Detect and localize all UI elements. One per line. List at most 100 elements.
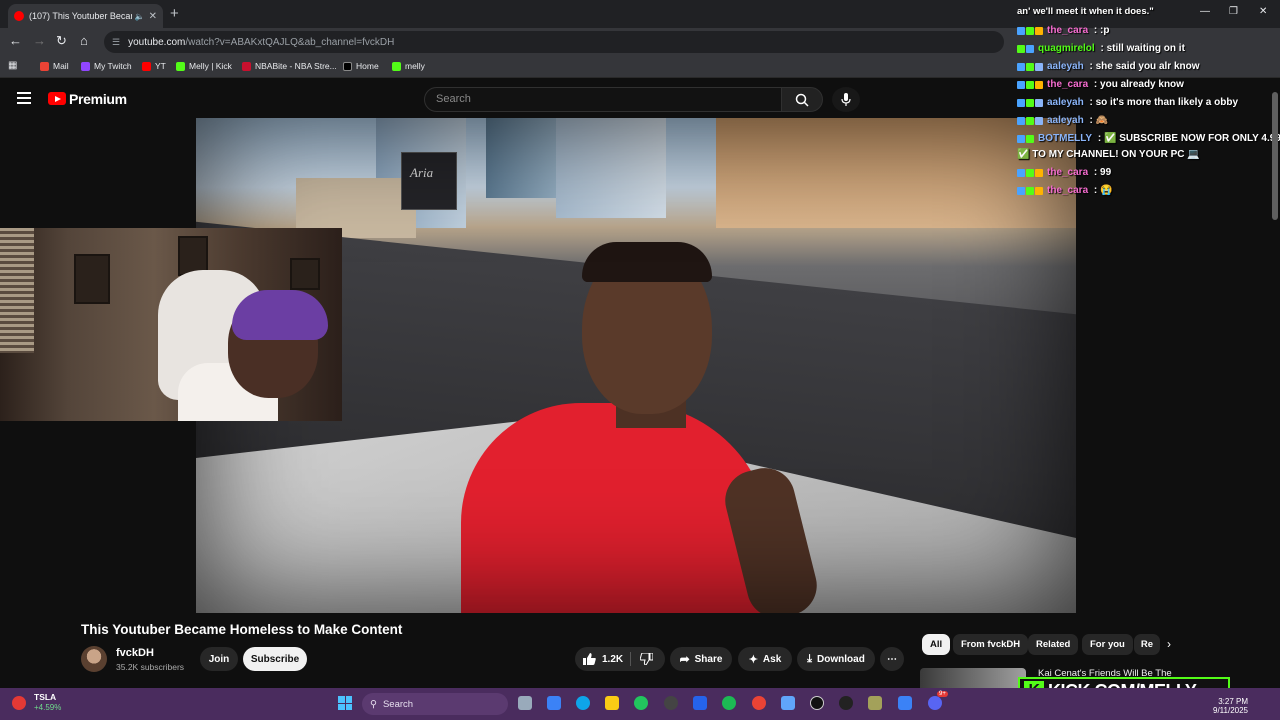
obs-icon[interactable] — [839, 696, 853, 710]
store-icon[interactable] — [693, 696, 707, 710]
chip-from-channel[interactable]: From fvckDH — [953, 634, 1029, 655]
chip-for-you[interactable]: For you — [1082, 634, 1133, 655]
reload-icon[interactable]: ↻ — [56, 33, 67, 49]
taskbar-search[interactable]: ⚲ Search — [362, 693, 508, 715]
apps-grid-icon[interactable]: ▦ — [8, 60, 17, 71]
chat-message: aaleyah : she said you alr know — [1017, 61, 1200, 72]
close-window-icon[interactable]: ✕ — [1259, 6, 1267, 17]
chat-badges — [1017, 80, 1043, 89]
photos-icon[interactable] — [781, 696, 795, 710]
forward-icon[interactable]: → — [33, 33, 46, 48]
bookmark-yt[interactable]: YT — [142, 61, 166, 71]
like-button[interactable]: 1.2K — [583, 653, 623, 665]
stock-widget[interactable]: TSLA +4.59% — [34, 692, 61, 712]
xbox-icon[interactable] — [634, 696, 648, 710]
file-explorer-icon[interactable] — [605, 696, 619, 710]
game-icon[interactable] — [868, 696, 882, 710]
address-bar[interactable]: ☰ youtube.com/watch?v=ABAKxtQAJLQ&ab_cha… — [104, 31, 1004, 53]
windows-start-icon[interactable] — [338, 696, 352, 710]
discord-icon[interactable] — [928, 696, 942, 710]
restore-icon[interactable]: ❐ — [1229, 6, 1238, 17]
bookmark-melly-kick[interactable]: Melly | Kick — [176, 61, 232, 71]
suggested-video-thumbnail[interactable] — [920, 668, 1026, 688]
subscribe-button[interactable]: Subscribe — [243, 647, 307, 671]
task-view-icon[interactable] — [518, 696, 532, 710]
chat-badges — [1017, 186, 1043, 195]
like-dislike-group: 1.2K — [575, 647, 665, 671]
system-clock[interactable]: 3:27 PM 9/11/2025 — [1213, 697, 1248, 715]
chat-text: you already know — [1100, 79, 1184, 90]
chat-message-continued: ✅ TO MY CHANNEL! ON YOUR PC 💻 — [1017, 149, 1200, 160]
bookmark-melly[interactable]: melly — [392, 61, 425, 71]
download-button[interactable]: ⤓ Download — [797, 647, 875, 671]
chip-related[interactable]: Related — [1028, 634, 1079, 655]
back-icon[interactable]: ← — [9, 33, 22, 48]
menu-icon[interactable] — [17, 92, 31, 104]
youtube-premium-logo[interactable]: Premium — [69, 91, 127, 107]
minimize-icon[interactable]: — — [1200, 6, 1210, 17]
kick-icon — [392, 61, 401, 71]
bookmark-home[interactable]: Home — [343, 61, 379, 71]
nba-icon — [242, 61, 251, 71]
search-input[interactable]: Search — [424, 87, 782, 112]
tesla-stock-icon[interactable] — [12, 696, 26, 710]
channel-name[interactable]: fvckDH — [116, 647, 154, 659]
search-icon — [795, 93, 809, 107]
chat-username: aaleyah — [1047, 115, 1084, 126]
copilot-icon[interactable] — [547, 696, 561, 710]
share-button[interactable]: ➦ Share — [670, 647, 732, 671]
dislike-button[interactable] — [639, 652, 654, 668]
new-tab-button[interactable]: + — [170, 5, 179, 22]
chat-message: BOTMELLY : ✅ SUBSCRIBE NOW FOR ONLY 4.99 — [1017, 133, 1280, 144]
taskbar-search-label: Search — [382, 698, 414, 710]
more-actions-button[interactable]: ⋯ — [880, 647, 904, 671]
chevron-right-icon[interactable]: › — [1167, 637, 1171, 651]
browser-tab[interactable]: (107) This Youtuber Became Homeless to M… — [8, 4, 163, 28]
close-tab-icon[interactable]: ✕ — [149, 11, 157, 22]
spotify-icon[interactable] — [722, 696, 736, 710]
app-icon[interactable] — [898, 696, 912, 710]
clock-date: 9/11/2025 — [1213, 706, 1248, 715]
chat-message: the_cara : you already know — [1017, 79, 1184, 90]
bookmark-mail[interactable]: Mail — [40, 61, 69, 71]
speaker-icon[interactable]: 🔈 — [135, 12, 145, 21]
twitch-icon — [81, 61, 90, 71]
url-host: youtube.com — [128, 36, 186, 48]
chat-text: 🙈 — [1095, 115, 1109, 126]
share-label: Share — [694, 653, 723, 665]
url-path: /watch?v=ABAKxtQAJLQ&ab_channel=fvckDH — [185, 36, 395, 48]
join-button[interactable]: Join — [200, 647, 238, 671]
ask-label: Ask — [762, 653, 782, 665]
youtube-logo-icon[interactable] — [48, 92, 66, 105]
site-info-icon[interactable]: ☰ — [112, 37, 120, 48]
media-player-icon[interactable] — [810, 696, 824, 710]
home-icon[interactable]: ⌂ — [80, 33, 88, 48]
chip-all[interactable]: All — [922, 634, 951, 655]
gmail-icon — [40, 61, 49, 71]
search-button[interactable] — [781, 87, 823, 112]
chat-badges — [1017, 168, 1043, 177]
chip-recently[interactable]: Re — [1134, 634, 1160, 655]
chat-badges — [1017, 26, 1043, 35]
voice-search-button[interactable] — [832, 87, 860, 112]
thumbs-down-icon — [639, 652, 654, 666]
kick-icon — [176, 61, 185, 71]
page-scrollbar[interactable] — [1272, 92, 1278, 220]
edge-icon[interactable] — [576, 696, 590, 710]
tab-title: (107) This Youtuber Became Homeless to M… — [29, 11, 132, 21]
chat-quote: an' we'll meet it when it does." — [1017, 6, 1154, 17]
download-label: Download — [817, 653, 865, 665]
chat-username: BOTMELLY — [1038, 133, 1093, 144]
bookmark-nbabite[interactable]: NBABite - NBA Stre... — [242, 61, 337, 71]
chat-username: aaleyah — [1047, 61, 1084, 72]
chat-username: quagmirelol — [1038, 43, 1095, 54]
channel-avatar[interactable] — [81, 646, 107, 672]
steam-icon[interactable] — [664, 696, 678, 710]
chrome-icon[interactable] — [752, 696, 766, 710]
chat-username: aaleyah — [1047, 97, 1084, 108]
bookmark-my-twitch[interactable]: My Twitch — [81, 61, 132, 71]
chat-text: ✅ SUBSCRIBE NOW FOR ONLY 4.99 — [1103, 133, 1280, 144]
ask-button[interactable]: ✦ Ask — [738, 647, 792, 671]
chat-message: quagmirelol : still waiting on it — [1017, 43, 1185, 54]
windows-taskbar: TSLA +4.59% ⚲ Search 9+ — [0, 688, 1280, 720]
